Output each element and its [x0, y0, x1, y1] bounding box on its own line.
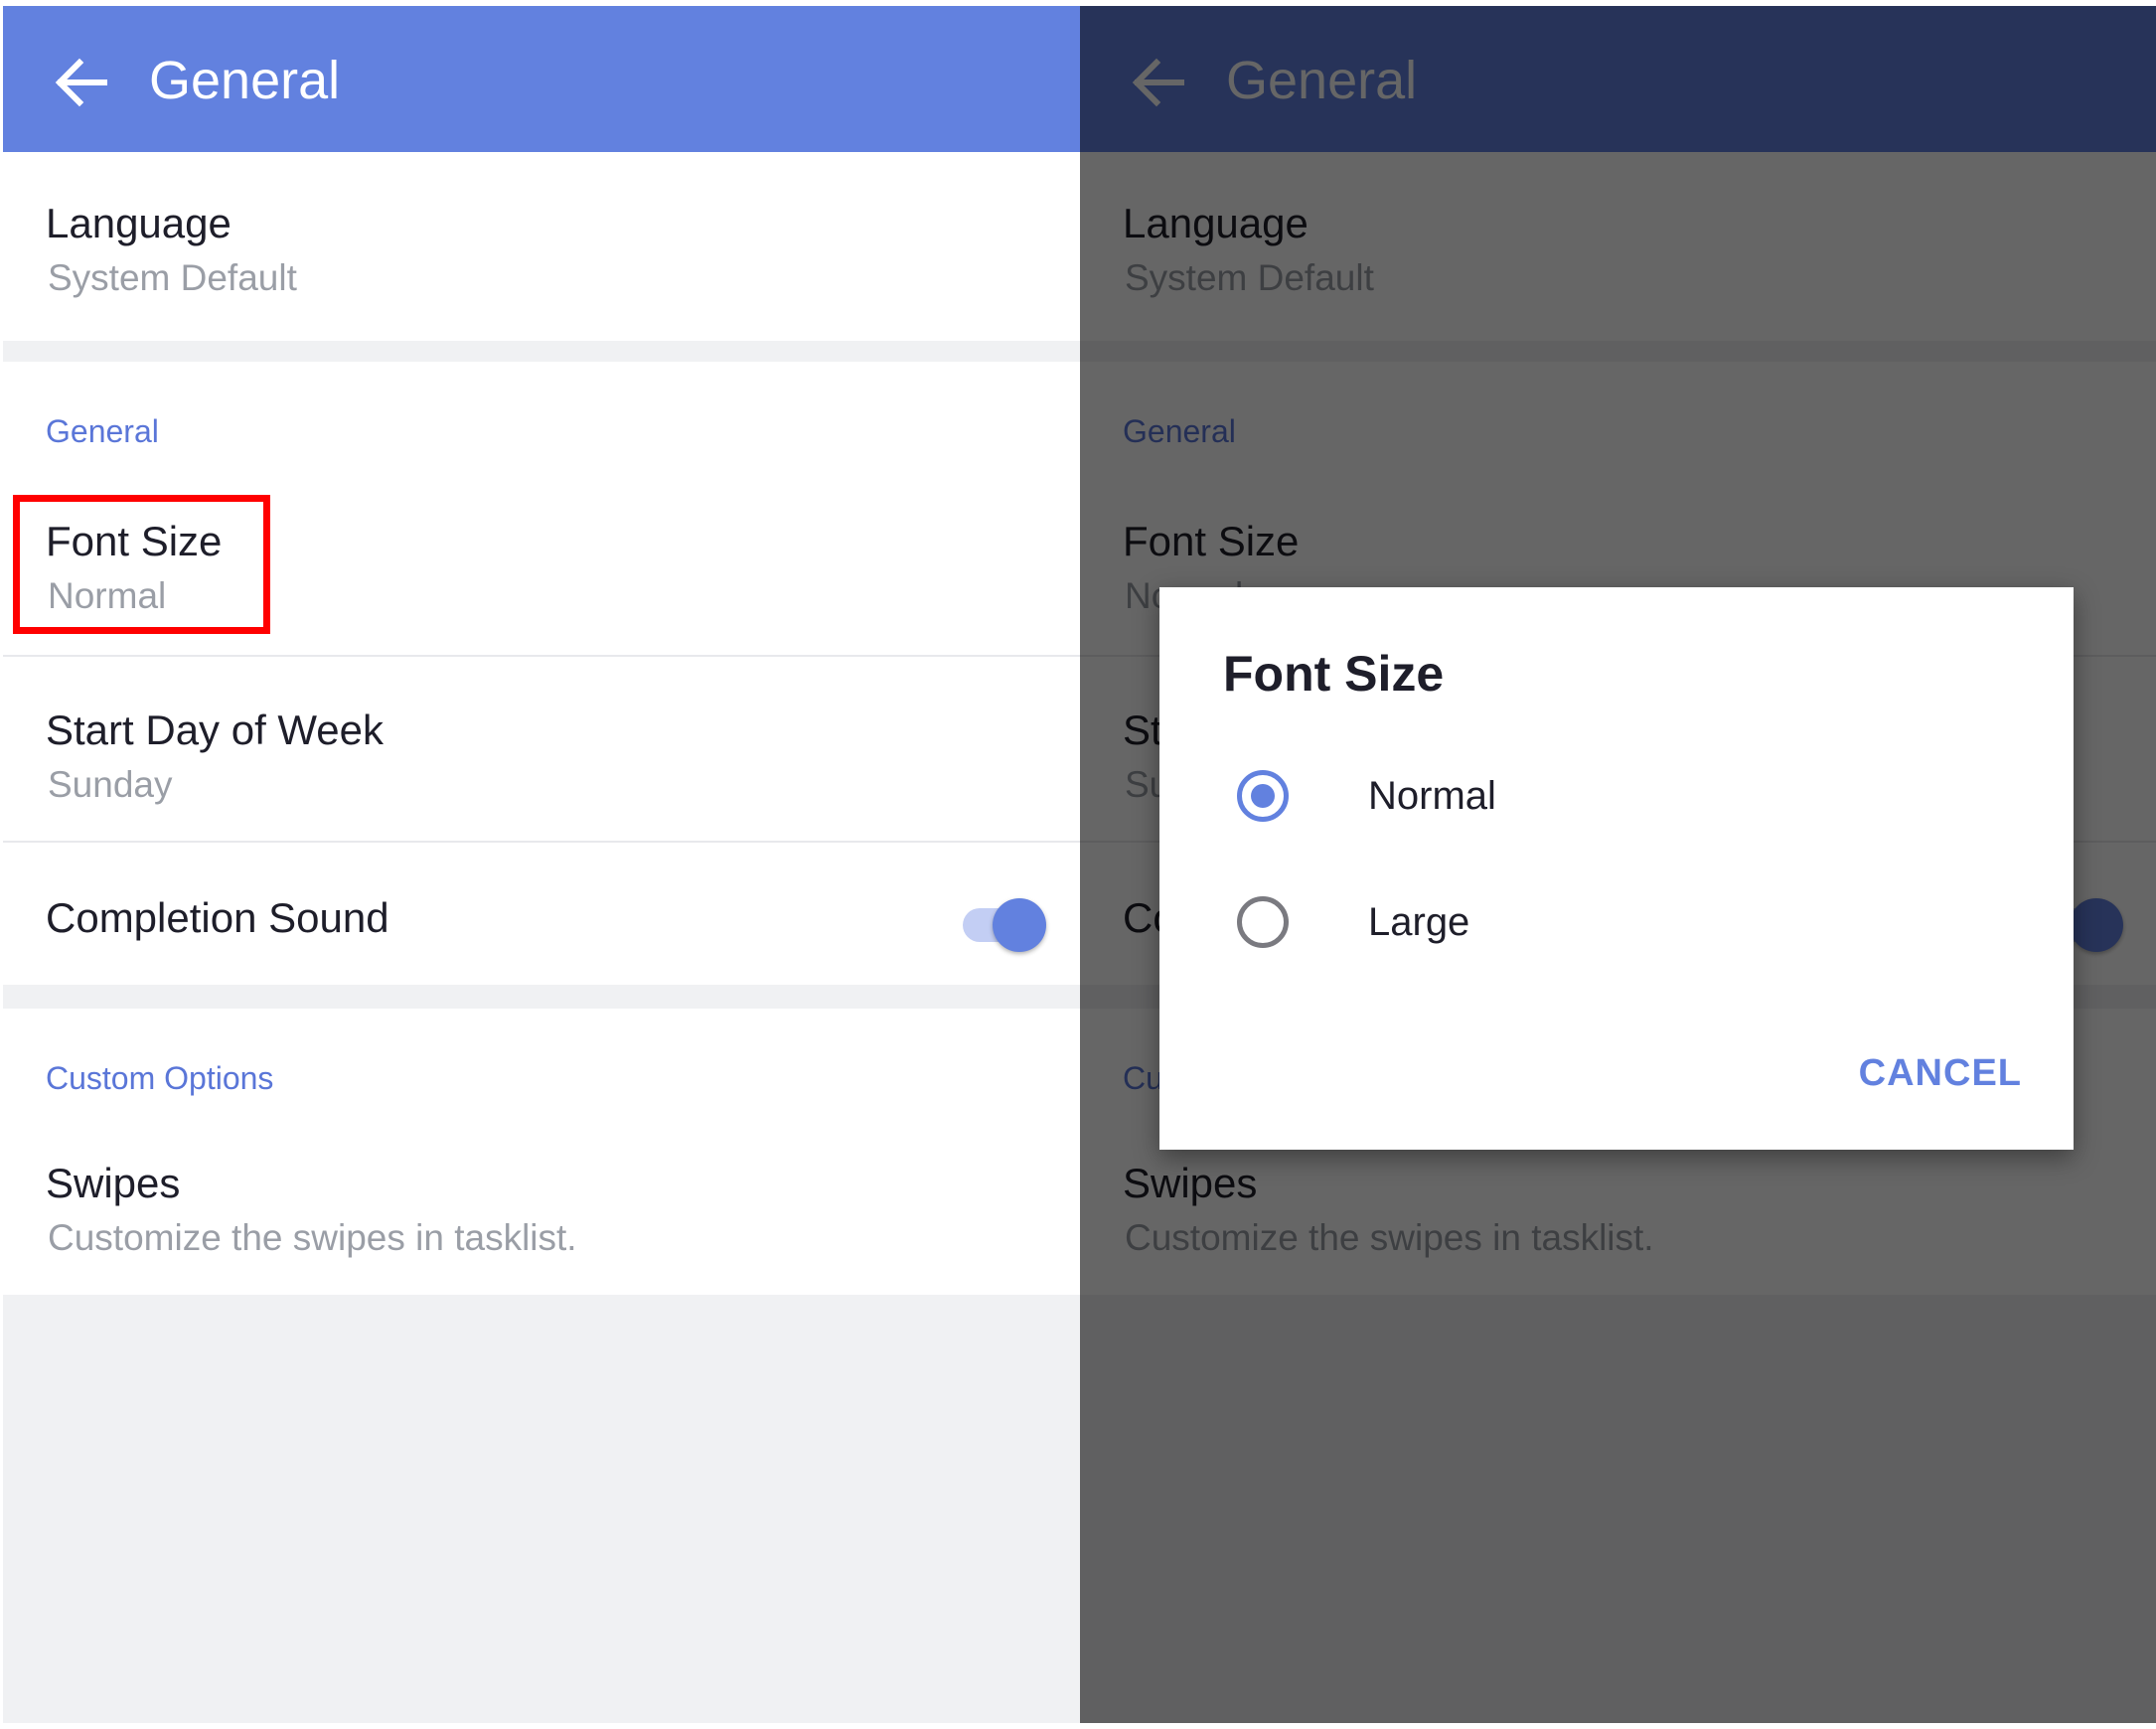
swipes-label: Swipes	[46, 1160, 181, 1206]
cancel-button[interactable]: CANCEL	[1859, 1052, 2022, 1095]
language-setting[interactable]: Language System Default	[3, 152, 1080, 341]
start-day-label: Start Day of Week	[46, 707, 385, 753]
language-value: System Default	[48, 257, 297, 298]
font-size-option-normal[interactable]: Normal	[1159, 746, 2074, 846]
settings-screen-with-dialog: General Language System Default General …	[1080, 6, 2156, 1723]
font-size-dialog: Font Size Normal Large CANCEL	[1159, 587, 2074, 1150]
option-label: Normal	[1368, 774, 1496, 818]
back-arrow-icon[interactable]	[53, 58, 108, 107]
radio-button-unchecked[interactable]	[1237, 896, 1289, 948]
swipes-description: Customize the swipes in tasklist.	[48, 1217, 577, 1258]
completion-sound-setting[interactable]: Completion Sound	[3, 843, 1080, 985]
start-day-value: Sunday	[48, 764, 173, 805]
page-title: General	[149, 51, 341, 110]
font-size-option-large[interactable]: Large	[1159, 872, 2074, 972]
general-section: General Font Size Normal Start Day of We…	[3, 362, 1080, 985]
general-category-header: General	[46, 413, 159, 449]
language-label: Language	[46, 200, 231, 246]
settings-screen: General Language System Default General …	[3, 6, 1080, 1723]
radio-button-checked[interactable]	[1237, 770, 1289, 822]
custom-options-category-header: Custom Options	[46, 1060, 274, 1096]
swipes-setting[interactable]: Swipes Customize the swipes in tasklist.	[3, 1126, 1080, 1295]
font-size-highlight-box	[13, 495, 270, 634]
option-label: Large	[1368, 900, 1470, 944]
app-bar: General	[3, 6, 1080, 152]
custom-options-section: Custom Options Swipes Customize the swip…	[3, 1009, 1080, 1295]
completion-sound-label: Completion Sound	[46, 894, 389, 941]
language-section: Language System Default	[3, 152, 1080, 341]
toggle-knob[interactable]	[993, 898, 1046, 952]
dialog-title: Font Size	[1223, 646, 1445, 702]
start-day-setting[interactable]: Start Day of Week Sunday	[3, 657, 1080, 836]
